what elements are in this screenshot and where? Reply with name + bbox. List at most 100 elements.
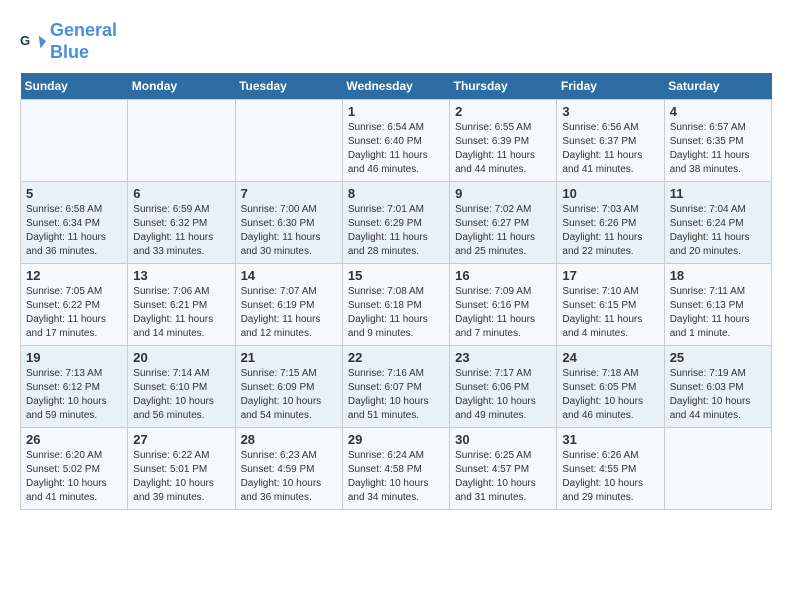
- day-header-saturday: Saturday: [664, 73, 771, 100]
- day-header-thursday: Thursday: [450, 73, 557, 100]
- logo-icon: G: [20, 28, 48, 56]
- calendar-cell: 27 Sunrise: 6:22 AM Sunset: 5:01 PM Dayli…: [128, 428, 235, 510]
- calendar-cell: 3 Sunrise: 6:56 AM Sunset: 6:37 PM Daylig…: [557, 100, 664, 182]
- day-info: Sunrise: 6:23 AM Sunset: 4:59 PM Dayligh…: [241, 449, 337, 505]
- day-info: Sunrise: 6:20 AM Sunset: 5:02 PM Dayligh…: [26, 449, 122, 505]
- day-number: 18: [670, 268, 766, 283]
- day-info: Sunrise: 7:18 AM Sunset: 6:05 PM Dayligh…: [562, 367, 658, 423]
- calendar-cell: 30Sunrise: 6:25 AM Sunset: 4:57 PM Dayli…: [450, 428, 557, 510]
- day-number: 17: [562, 268, 658, 283]
- calendar-cell: 8 Sunrise: 7:01 AM Sunset: 6:29 PM Daylig…: [342, 182, 449, 264]
- calendar-cell: 28 Sunrise: 6:23 AM Sunset: 4:59 PM Dayli…: [235, 428, 342, 510]
- day-info: Sunrise: 7:05 AM Sunset: 6:22 PM Dayligh…: [26, 285, 122, 341]
- calendar-cell: 4 Sunrise: 6:57 AM Sunset: 6:35 PM Daylig…: [664, 100, 771, 182]
- day-info: Sunrise: 7:13 AM Sunset: 6:12 PM Dayligh…: [26, 367, 122, 423]
- day-number: 27: [133, 432, 229, 447]
- day-info: Sunrise: 7:09 AM Sunset: 6:16 PM Dayligh…: [455, 285, 551, 341]
- calendar-cell: [235, 100, 342, 182]
- day-number: 19: [26, 350, 122, 365]
- day-info: Sunrise: 6:57 AM Sunset: 6:35 PM Dayligh…: [670, 121, 766, 177]
- day-number: 23: [455, 350, 551, 365]
- calendar-cell: 18 Sunrise: 7:11 AM Sunset: 6:13 PM Dayli…: [664, 264, 771, 346]
- day-info: Sunrise: 6:56 AM Sunset: 6:37 PM Dayligh…: [562, 121, 658, 177]
- day-info: Sunrise: 7:00 AM Sunset: 6:30 PM Dayligh…: [241, 203, 337, 259]
- calendar-cell: 14 Sunrise: 7:07 AM Sunset: 6:19 PM Dayli…: [235, 264, 342, 346]
- day-info: Sunrise: 6:22 AM Sunset: 5:01 PM Dayligh…: [133, 449, 229, 505]
- calendar-cell: 21Sunrise: 7:15 AM Sunset: 6:09 PM Dayli…: [235, 346, 342, 428]
- calendar-cell: 26 Sunrise: 6:20 AM Sunset: 5:02 PM Dayli…: [21, 428, 128, 510]
- calendar-week-row: 1Sunrise: 6:54 AM Sunset: 6:40 PM Daylig…: [21, 100, 772, 182]
- logo: G General Blue: [20, 20, 117, 63]
- day-number: 7: [241, 186, 337, 201]
- day-header-sunday: Sunday: [21, 73, 128, 100]
- calendar-week-row: 12 Sunrise: 7:05 AM Sunset: 6:22 PM Dayli…: [21, 264, 772, 346]
- day-number: 4: [670, 104, 766, 119]
- day-header-friday: Friday: [557, 73, 664, 100]
- calendar-week-row: 26 Sunrise: 6:20 AM Sunset: 5:02 PM Dayli…: [21, 428, 772, 510]
- day-number: 5: [26, 186, 122, 201]
- day-number: 26: [26, 432, 122, 447]
- day-number: 3: [562, 104, 658, 119]
- day-info: Sunrise: 7:07 AM Sunset: 6:19 PM Dayligh…: [241, 285, 337, 341]
- day-info: Sunrise: 6:24 AM Sunset: 4:58 PM Dayligh…: [348, 449, 444, 505]
- day-info: Sunrise: 7:11 AM Sunset: 6:13 PM Dayligh…: [670, 285, 766, 341]
- calendar-cell: 7 Sunrise: 7:00 AM Sunset: 6:30 PM Daylig…: [235, 182, 342, 264]
- calendar-table: SundayMondayTuesdayWednesdayThursdayFrid…: [20, 73, 772, 510]
- day-number: 13: [133, 268, 229, 283]
- day-number: 1: [348, 104, 444, 119]
- day-info: Sunrise: 7:16 AM Sunset: 6:07 PM Dayligh…: [348, 367, 444, 423]
- day-info: Sunrise: 7:04 AM Sunset: 6:24 PM Dayligh…: [670, 203, 766, 259]
- calendar-cell: 2Sunrise: 6:55 AM Sunset: 6:39 PM Daylig…: [450, 100, 557, 182]
- day-number: 11: [670, 186, 766, 201]
- day-info: Sunrise: 7:14 AM Sunset: 6:10 PM Dayligh…: [133, 367, 229, 423]
- day-info: Sunrise: 7:06 AM Sunset: 6:21 PM Dayligh…: [133, 285, 229, 341]
- calendar-week-row: 5 Sunrise: 6:58 AM Sunset: 6:34 PM Daylig…: [21, 182, 772, 264]
- day-info: Sunrise: 7:19 AM Sunset: 6:03 PM Dayligh…: [670, 367, 766, 423]
- day-info: Sunrise: 7:10 AM Sunset: 6:15 PM Dayligh…: [562, 285, 658, 341]
- calendar-cell: 19 Sunrise: 7:13 AM Sunset: 6:12 PM Dayli…: [21, 346, 128, 428]
- calendar-cell: 12 Sunrise: 7:05 AM Sunset: 6:22 PM Dayli…: [21, 264, 128, 346]
- calendar-cell: 17 Sunrise: 7:10 AM Sunset: 6:15 PM Dayli…: [557, 264, 664, 346]
- day-number: 15: [348, 268, 444, 283]
- day-number: 28: [241, 432, 337, 447]
- day-header-tuesday: Tuesday: [235, 73, 342, 100]
- day-number: 22: [348, 350, 444, 365]
- day-number: 24: [562, 350, 658, 365]
- calendar-cell: 1Sunrise: 6:54 AM Sunset: 6:40 PM Daylig…: [342, 100, 449, 182]
- calendar-cell: 5 Sunrise: 6:58 AM Sunset: 6:34 PM Daylig…: [21, 182, 128, 264]
- calendar-cell: 25 Sunrise: 7:19 AM Sunset: 6:03 PM Dayli…: [664, 346, 771, 428]
- day-number: 29: [348, 432, 444, 447]
- day-number: 31: [562, 432, 658, 447]
- calendar-cell: 9Sunrise: 7:02 AM Sunset: 6:27 PM Daylig…: [450, 182, 557, 264]
- svg-text:G: G: [20, 32, 30, 47]
- day-info: Sunrise: 6:26 AM Sunset: 4:55 PM Dayligh…: [562, 449, 658, 505]
- day-info: Sunrise: 6:58 AM Sunset: 6:34 PM Dayligh…: [26, 203, 122, 259]
- calendar-cell: 13 Sunrise: 7:06 AM Sunset: 6:21 PM Dayli…: [128, 264, 235, 346]
- calendar-cell: 20 Sunrise: 7:14 AM Sunset: 6:10 PM Dayli…: [128, 346, 235, 428]
- calendar-week-row: 19 Sunrise: 7:13 AM Sunset: 6:12 PM Dayli…: [21, 346, 772, 428]
- day-info: Sunrise: 7:01 AM Sunset: 6:29 PM Dayligh…: [348, 203, 444, 259]
- day-number: 8: [348, 186, 444, 201]
- day-info: Sunrise: 7:03 AM Sunset: 6:26 PM Dayligh…: [562, 203, 658, 259]
- day-info: Sunrise: 7:08 AM Sunset: 6:18 PM Dayligh…: [348, 285, 444, 341]
- day-number: 6: [133, 186, 229, 201]
- calendar-cell: 24 Sunrise: 7:18 AM Sunset: 6:05 PM Dayli…: [557, 346, 664, 428]
- day-info: Sunrise: 7:17 AM Sunset: 6:06 PM Dayligh…: [455, 367, 551, 423]
- calendar-cell: [21, 100, 128, 182]
- day-number: 10: [562, 186, 658, 201]
- day-number: 14: [241, 268, 337, 283]
- page-header: G General Blue: [20, 20, 772, 63]
- day-number: 12: [26, 268, 122, 283]
- calendar-cell: 10 Sunrise: 7:03 AM Sunset: 6:26 PM Dayli…: [557, 182, 664, 264]
- day-header-wednesday: Wednesday: [342, 73, 449, 100]
- calendar-cell: 16 Sunrise: 7:09 AM Sunset: 6:16 PM Dayli…: [450, 264, 557, 346]
- logo-text: General Blue: [50, 20, 117, 63]
- day-info: Sunrise: 6:25 AM Sunset: 4:57 PM Dayligh…: [455, 449, 551, 505]
- day-number: 2: [455, 104, 551, 119]
- day-number: 20: [133, 350, 229, 365]
- day-number: 25: [670, 350, 766, 365]
- day-number: 9: [455, 186, 551, 201]
- calendar-cell: 22 Sunrise: 7:16 AM Sunset: 6:07 PM Dayli…: [342, 346, 449, 428]
- calendar-cell: 23 Sunrise: 7:17 AM Sunset: 6:06 PM Dayli…: [450, 346, 557, 428]
- day-number: 16: [455, 268, 551, 283]
